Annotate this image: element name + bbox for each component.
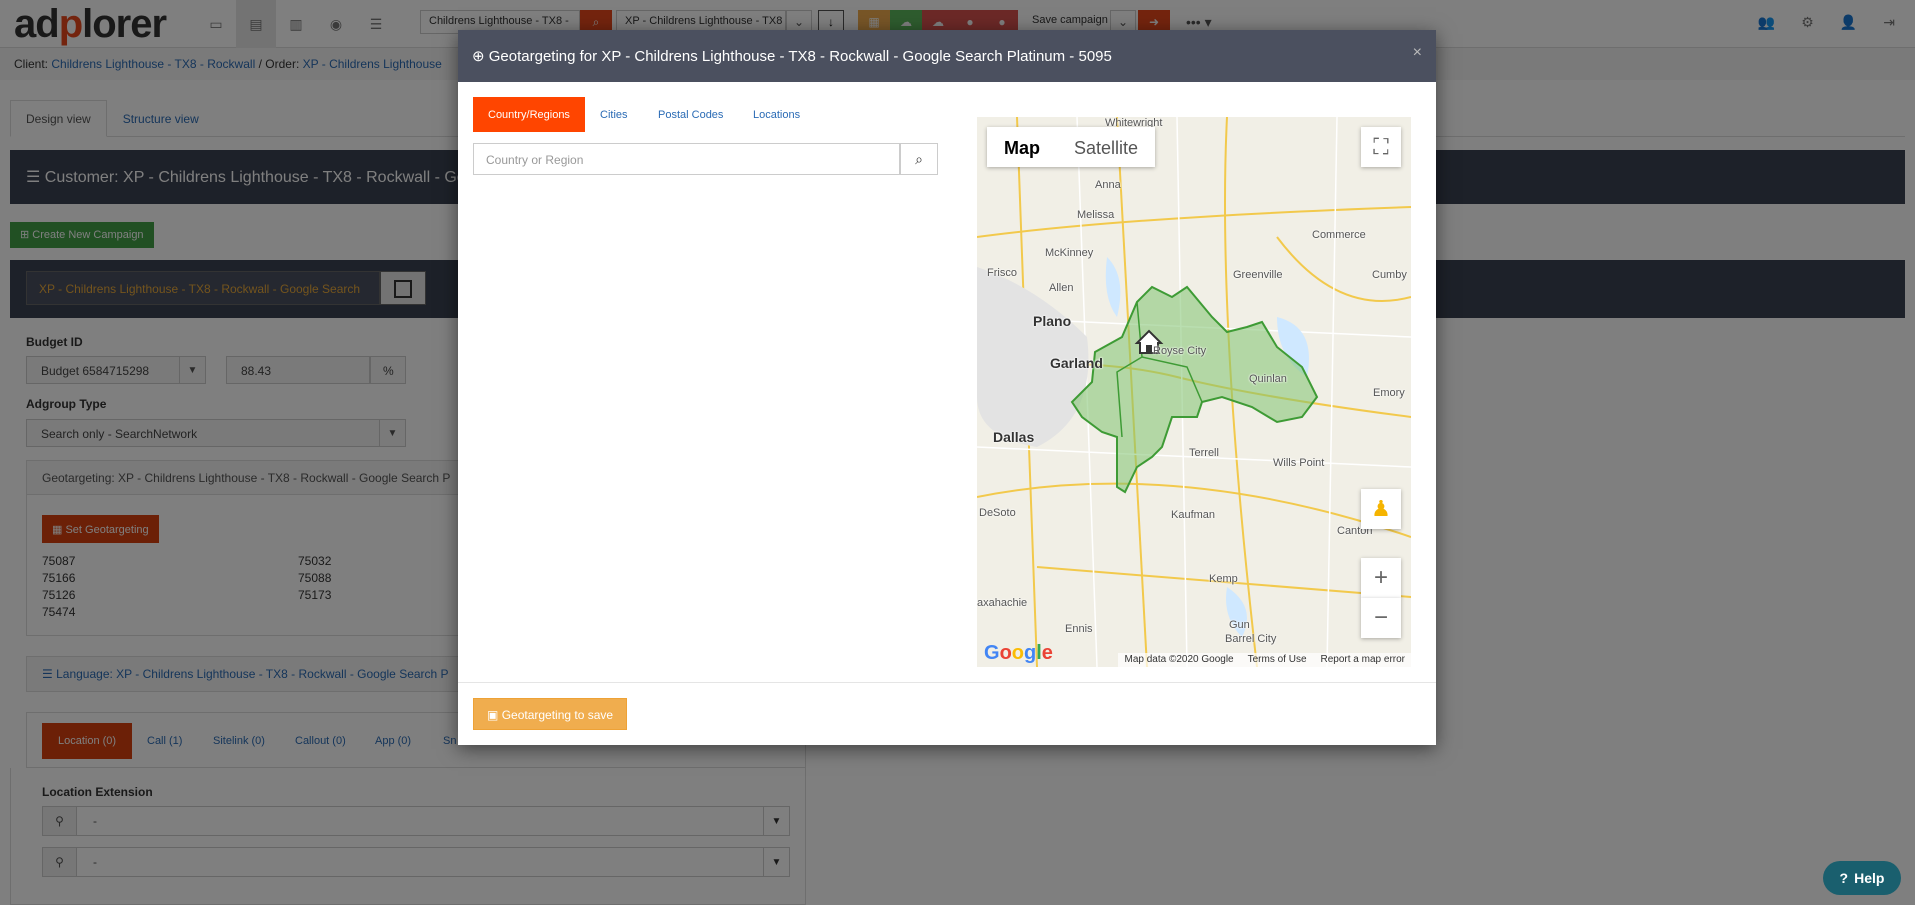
modal-title: Geotargeting for XP - Childrens Lighthou… (488, 48, 1112, 65)
city-label: McKinney (1045, 247, 1094, 259)
fullscreen-icon[interactable]: ⛶ (1361, 127, 1401, 167)
city-label: Greenville (1233, 269, 1283, 281)
save-icon: ▣ (487, 708, 499, 722)
city-label: Royse City (1153, 345, 1207, 357)
map-type-control: Map Satellite (987, 127, 1156, 167)
city-label: Quinlan (1249, 373, 1287, 385)
help-button[interactable]: ? Help (1823, 861, 1901, 895)
city-label: DeSoto (979, 507, 1016, 519)
zoom-out-button[interactable]: − (1361, 598, 1401, 638)
city-label: Plano (1033, 313, 1072, 329)
city-label: Ennis (1065, 623, 1093, 635)
city-label: Garland (1050, 355, 1103, 371)
modal-header: ⊕ Geotargeting for XP - Childrens Lighth… (458, 30, 1436, 82)
tab-locations[interactable]: Locations (753, 97, 800, 132)
modal-footer-divider (458, 682, 1436, 683)
city-label: Wills Point (1273, 457, 1325, 469)
pegman-icon[interactable]: ♟ (1361, 489, 1401, 529)
city-label: Allen (1049, 282, 1074, 294)
geotargeting-modal: ⊕ Geotargeting for XP - Childrens Lighth… (458, 30, 1436, 745)
tab-country-regions[interactable]: Country/Regions (473, 97, 585, 132)
map-type-map-button[interactable]: Map (987, 127, 1057, 167)
country-search-button[interactable]: ⌕ (900, 143, 938, 175)
city-label: Anna (1095, 179, 1121, 191)
tab-cities[interactable]: Cities (600, 97, 628, 132)
city-label: Kemp (1209, 573, 1238, 585)
question-circle-icon: ? (1839, 870, 1849, 886)
map-footer: Map data ©2020 Google Terms of Use Repor… (1118, 653, 1411, 667)
tab-postal-codes[interactable]: Postal Codes (658, 97, 723, 132)
globe-icon: ⊕ (472, 48, 485, 65)
city-label: Emory (1373, 387, 1405, 399)
geotargeting-save-button[interactable]: ▣ Geotargeting to save (473, 698, 628, 730)
country-region-search-input[interactable]: Country or Region (473, 143, 900, 175)
city-label: Dallas (993, 429, 1035, 445)
map-type-satellite-button[interactable]: Satellite (1057, 127, 1155, 167)
zoom-in-button[interactable]: + (1361, 558, 1401, 598)
google-logo: Google (984, 642, 1053, 664)
terms-of-use-link[interactable]: Terms of Use (1248, 654, 1307, 666)
search-icon: ⌕ (915, 150, 923, 167)
city-label: Frisco (987, 267, 1017, 279)
city-label: Kaufman (1171, 509, 1216, 521)
city-label: Gun (1229, 619, 1250, 631)
city-label: axahachie (977, 597, 1028, 609)
map-canvas (977, 117, 1411, 667)
google-map[interactable]: Whitewright Anna Melissa Commerce McKinney Fr… (977, 117, 1411, 667)
city-label: Melissa (1077, 209, 1115, 221)
city-label: Cumby (1372, 269, 1407, 281)
report-map-error-link[interactable]: Report a map error (1321, 654, 1405, 666)
map-data-attribution: Map data ©2020 Google (1124, 654, 1234, 665)
city-label: Terrell (1189, 447, 1219, 459)
city-label: Commerce (1312, 229, 1366, 241)
close-icon[interactable]: × (1413, 44, 1422, 62)
city-label: Barrel City (1225, 633, 1277, 645)
